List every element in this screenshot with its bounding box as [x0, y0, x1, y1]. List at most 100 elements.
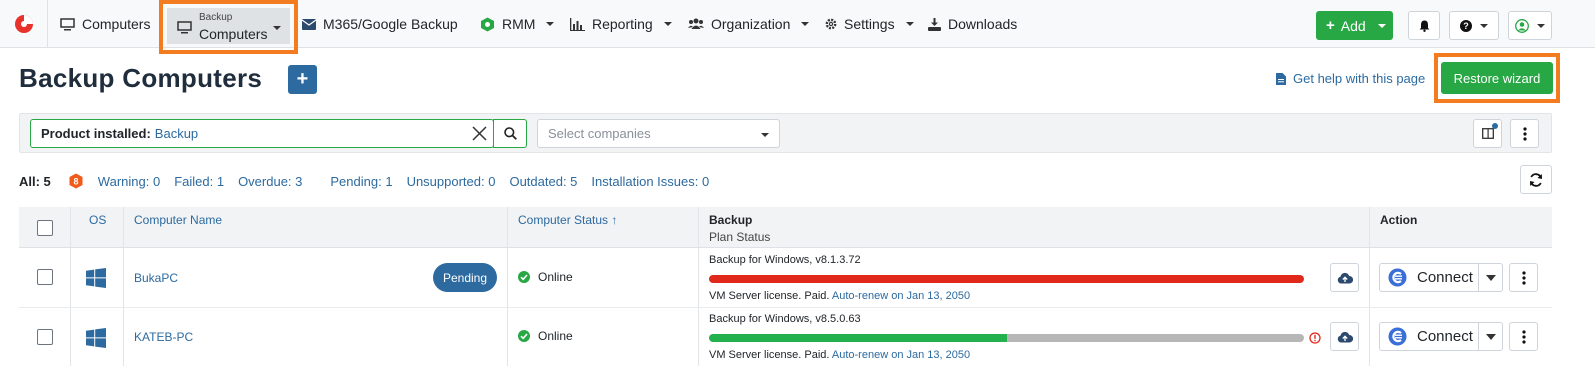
connect-button-group: Connect — [1379, 263, 1503, 292]
row-more-button[interactable] — [1509, 322, 1538, 351]
envelope-icon — [302, 18, 316, 30]
computer-name-link[interactable]: KATEB-PC — [134, 330, 193, 344]
select-all-checkbox[interactable] — [37, 220, 53, 236]
chevron-down-icon — [1537, 23, 1545, 28]
nav-m365-label: M365/Google Backup — [323, 16, 458, 32]
connect-label: Connect — [1417, 328, 1473, 345]
table-row: BukaPC Pending Online Backup for Windows… — [19, 248, 1552, 308]
column-divider — [507, 308, 508, 366]
company-select[interactable]: Select companies — [537, 119, 780, 148]
header-computer-name[interactable]: Computer Name — [134, 213, 222, 227]
column-divider — [1369, 248, 1370, 307]
count-failed[interactable]: Failed: 1 — [174, 174, 224, 189]
column-divider — [698, 207, 699, 247]
refresh-button[interactable] — [1520, 165, 1552, 194]
add-button[interactable]: + Add — [1316, 11, 1393, 40]
chevron-down-icon — [801, 22, 810, 26]
count-warning[interactable]: Warning: 0 — [98, 174, 160, 189]
computer-status-label: Online — [538, 270, 573, 284]
count-installation-issues[interactable]: Installation Issues: 0 — [591, 174, 709, 189]
search-button[interactable] — [493, 119, 527, 148]
column-divider — [507, 207, 508, 247]
user-menu-button[interactable] — [1508, 11, 1552, 40]
computer-name-link[interactable]: BukaPC — [134, 271, 178, 285]
help-menu-button[interactable]: ? — [1449, 11, 1499, 40]
nav-backup-bottom-label: Computers — [199, 26, 268, 42]
backup-now-button[interactable] — [1330, 322, 1359, 351]
computer-status: Online — [518, 270, 573, 284]
search-input[interactable]: Product installed: Backup — [30, 119, 494, 148]
columns-icon — [1481, 128, 1494, 139]
nav-settings[interactable]: Settings — [825, 0, 914, 48]
count-outdated[interactable]: Outdated: 5 — [509, 174, 577, 189]
monitor-icon — [60, 17, 75, 30]
connect-dropdown-toggle[interactable] — [1479, 333, 1502, 340]
auto-renew-link[interactable]: Auto-renew on Jan 13, 2050 — [832, 290, 970, 302]
alert-circle-icon[interactable] — [1309, 332, 1321, 344]
row-checkbox[interactable] — [37, 269, 53, 285]
header-computer-status[interactable]: Computer Status ↑ — [518, 213, 617, 227]
nav-computers[interactable]: Computers — [60, 0, 150, 48]
windows-icon — [86, 328, 106, 348]
nav-downloads[interactable]: Downloads — [928, 0, 1017, 48]
filter-bar: Product installed: Backup Select compani… — [19, 113, 1552, 153]
pending-badge[interactable]: Pending — [433, 263, 497, 292]
chevron-down-icon — [273, 26, 281, 30]
nav-computers-label: Computers — [82, 16, 151, 32]
connect-button[interactable]: Connect — [1380, 264, 1479, 291]
license-text: VM Server license. Paid. — [709, 349, 830, 361]
columns-button[interactable] — [1473, 119, 1502, 148]
download-icon — [928, 17, 941, 31]
notifications-button[interactable] — [1408, 11, 1440, 40]
row-more-button[interactable] — [1509, 263, 1538, 292]
nav-rmm[interactable]: RMM — [480, 0, 555, 48]
column-divider — [70, 248, 71, 307]
svg-text:?: ? — [1463, 21, 1469, 31]
company-select-placeholder: Select companies — [548, 126, 651, 141]
warning-hex-icon: 8 — [69, 173, 83, 189]
nav-organization[interactable]: Organization — [688, 0, 810, 48]
header-action: Action — [1380, 213, 1418, 227]
search-icon — [503, 127, 517, 140]
chevron-down-icon — [905, 22, 914, 26]
close-icon[interactable] — [472, 126, 487, 141]
header-os[interactable]: OS — [89, 213, 106, 227]
table-header: OS Computer Name Computer Status ↑ Backu… — [19, 207, 1552, 248]
nav-m365-backup[interactable]: M365/Google Backup — [302, 0, 458, 48]
chevron-down-icon — [663, 22, 672, 26]
plan-progress-fill — [709, 275, 1304, 283]
nav-reporting[interactable]: Reporting — [570, 0, 672, 48]
check-circle-icon — [518, 271, 530, 283]
users-icon — [688, 18, 704, 29]
row-checkbox[interactable] — [37, 329, 53, 345]
restore-wizard-highlight: Restore wizard — [1434, 53, 1560, 103]
help-link[interactable]: Get help with this page — [1276, 71, 1425, 86]
plan-progress-bar — [709, 275, 1304, 283]
monitor-icon — [177, 21, 192, 34]
nav-backup-top-label: Backup — [199, 12, 233, 23]
auto-renew-link[interactable]: Auto-renew on Jan 13, 2050 — [832, 349, 970, 361]
connect-button[interactable]: Connect — [1380, 323, 1479, 350]
count-all[interactable]: All: 5 — [19, 174, 51, 189]
user-avatar-icon — [1515, 18, 1529, 33]
plan-name: Backup for Windows, v8.1.3.72 — [709, 254, 861, 266]
svg-text:8: 8 — [73, 176, 78, 186]
add-computer-button[interactable]: + — [288, 65, 317, 94]
filter-value: Backup — [154, 126, 199, 141]
app-logo-icon[interactable] — [14, 14, 34, 34]
count-pending[interactable]: Pending: 1 — [330, 174, 392, 189]
restore-wizard-button[interactable]: Restore wizard — [1441, 62, 1553, 94]
kebab-menu-icon — [1521, 270, 1526, 285]
connect-dropdown-toggle[interactable] — [1479, 274, 1502, 281]
count-overdue[interactable]: Overdue: 3 — [238, 174, 302, 189]
check-circle-icon — [518, 330, 530, 342]
more-options-button[interactable] — [1510, 119, 1539, 148]
nav-backup-computers[interactable]: Backup Computers — [159, 0, 298, 54]
rmm-icon — [481, 17, 494, 31]
backup-now-button[interactable] — [1330, 263, 1359, 292]
count-unsupported[interactable]: Unsupported: 0 — [407, 174, 496, 189]
cloud-upload-icon — [1337, 331, 1353, 342]
gear-icon — [825, 18, 837, 30]
column-divider — [123, 207, 124, 247]
top-navbar: Computers Backup Computers M365/Google B… — [0, 0, 1595, 54]
